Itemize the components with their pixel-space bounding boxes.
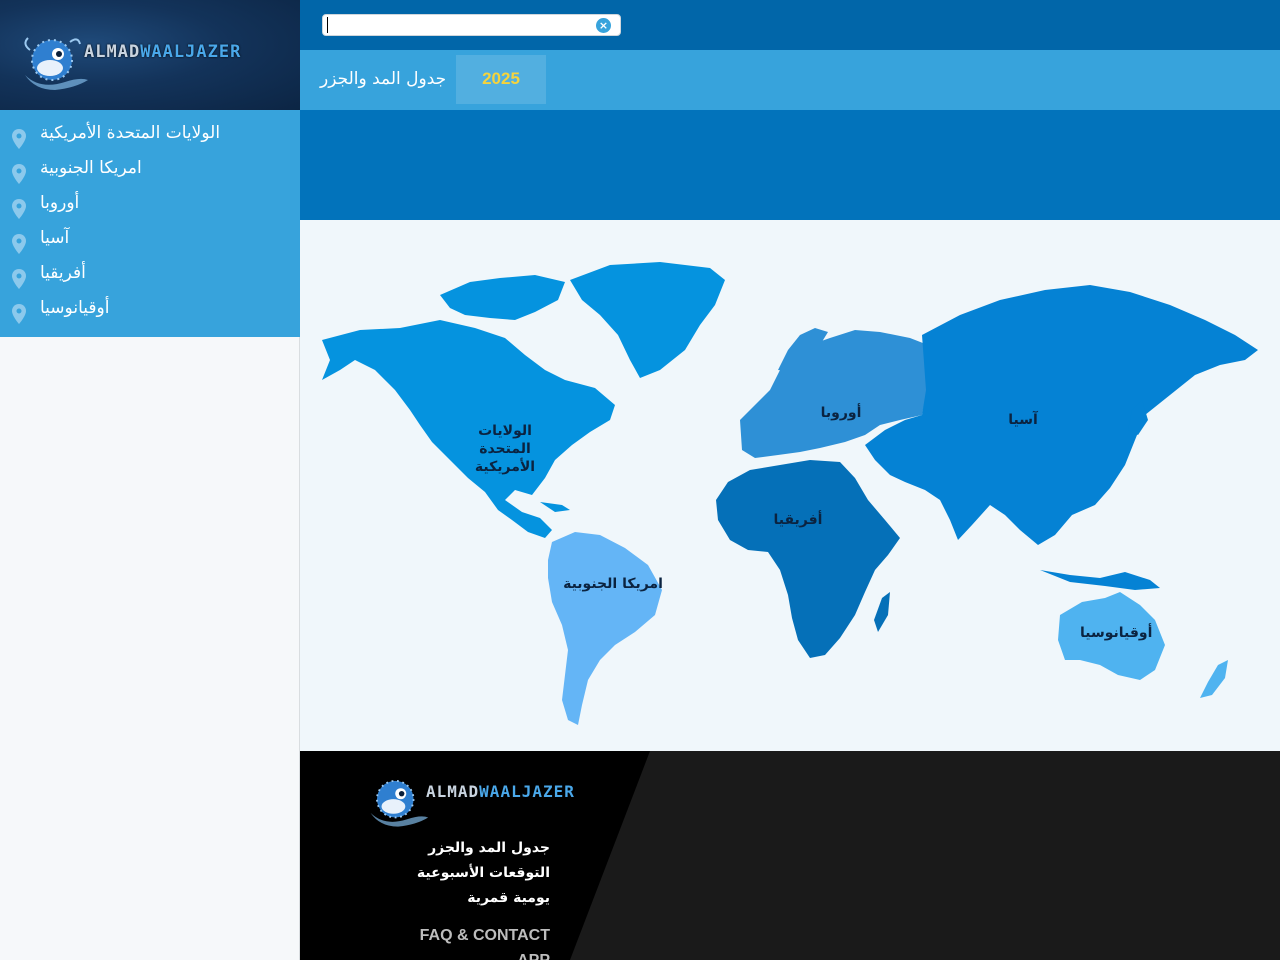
map-pin-icon bbox=[12, 129, 26, 149]
world-map-svg bbox=[322, 262, 1258, 725]
footer-link-faq-contact[interactable]: FAQ & CONTACT bbox=[400, 923, 550, 948]
footer-link-lunar-calendar[interactable]: يومية قمرية bbox=[400, 886, 550, 911]
map-region-africa[interactable] bbox=[716, 460, 900, 658]
map-label-africa[interactable]: أفريقيا bbox=[768, 512, 828, 528]
logo-area[interactable]: ALMADWAALJAZER bbox=[0, 0, 300, 110]
site-logo[interactable]: ALMADWAALJAZER bbox=[20, 30, 290, 94]
map-pin-icon bbox=[12, 164, 26, 184]
map-region-madagascar[interactable] bbox=[874, 592, 890, 632]
continent-nav: الولايات المتحدة الأمريكية امريكا الجنوب… bbox=[0, 110, 300, 337]
map-label-asia[interactable]: آسيا bbox=[1000, 412, 1046, 428]
nav-item-label: أوقيانوسيا bbox=[40, 298, 110, 318]
footer-link-app[interactable]: APP bbox=[400, 948, 550, 960]
year-label: 2025 bbox=[482, 69, 520, 88]
nav-item-south-america[interactable]: امريكا الجنوبية bbox=[0, 150, 300, 185]
footer: ALMADWAALJAZER جدول المد والجزر التوقعات… bbox=[300, 751, 1280, 960]
nav-item-asia[interactable]: آسيا bbox=[0, 220, 300, 255]
banner-band bbox=[300, 110, 1280, 220]
nav-item-label: أوروبا bbox=[40, 193, 80, 213]
nav-item-usa[interactable]: الولايات المتحدة الأمريكية bbox=[0, 115, 300, 150]
footer-link-tide-table[interactable]: جدول المد والجزر bbox=[400, 836, 550, 861]
top-bar: × bbox=[300, 0, 1280, 50]
nav-item-europe[interactable]: أوروبا bbox=[0, 185, 300, 220]
map-label-south-america[interactable]: امريكا الجنوبية bbox=[558, 576, 668, 592]
map-pin-icon bbox=[12, 304, 26, 324]
nav-item-label: الولايات المتحدة الأمريكية bbox=[40, 123, 221, 143]
nav-item-africa[interactable]: أفريقيا bbox=[0, 255, 300, 290]
map-region-south-america[interactable] bbox=[548, 532, 662, 725]
map-label-usa[interactable]: الولايات المتحدة الأمريكية bbox=[450, 422, 560, 476]
map-pin-icon bbox=[12, 269, 26, 289]
header-bar: جدول المد والجزر 2025 bbox=[300, 50, 1280, 110]
map-region-arctic-islands[interactable] bbox=[440, 275, 565, 320]
text-cursor bbox=[327, 17, 328, 33]
map-label-oceania[interactable]: أوقيانوسيا bbox=[1080, 625, 1152, 641]
map-region-indonesia[interactable] bbox=[1040, 570, 1160, 590]
map-region-asia[interactable] bbox=[865, 285, 1258, 545]
map-pin-icon bbox=[12, 234, 26, 254]
logo-text: ALMADWAALJAZER bbox=[426, 782, 575, 801]
map-region-caribbean[interactable] bbox=[540, 502, 570, 512]
map-region-new-zealand[interactable] bbox=[1200, 660, 1228, 698]
nav-item-label: آسيا bbox=[40, 228, 70, 248]
nav-item-oceania[interactable]: أوقيانوسيا bbox=[0, 290, 300, 325]
map-label-europe[interactable]: أوروبا bbox=[810, 405, 872, 421]
search-box[interactable]: × bbox=[322, 14, 621, 36]
footer-secondary-links: FAQ & CONTACT APP bbox=[400, 923, 550, 960]
footer-links: جدول المد والجزر التوقعات الأسبوعية يومي… bbox=[400, 836, 550, 911]
page-title-link[interactable]: جدول المد والجزر bbox=[320, 69, 446, 89]
map-pin-icon bbox=[12, 199, 26, 219]
footer-logo[interactable]: ALMADWAALJAZER bbox=[366, 771, 626, 831]
nav-item-label: أفريقيا bbox=[40, 263, 86, 283]
clear-search-icon[interactable]: × bbox=[596, 18, 611, 33]
nav-item-label: امريكا الجنوبية bbox=[40, 158, 142, 178]
search-input[interactable] bbox=[327, 16, 587, 34]
sidebar: ALMADWAALJAZER الولايات المتحدة الأمريكي… bbox=[0, 0, 300, 960]
pufferfish-logo-icon bbox=[370, 779, 429, 827]
year-tab[interactable]: 2025 bbox=[456, 55, 546, 104]
logo-text: ALMADWAALJAZER bbox=[84, 42, 242, 62]
footer-link-weekly-forecast[interactable]: التوقعات الأسبوعية bbox=[400, 861, 550, 886]
map-region-greenland[interactable] bbox=[570, 262, 725, 378]
pufferfish-logo-icon bbox=[24, 37, 88, 90]
world-map: الولايات المتحدة الأمريكية امريكا الجنوب… bbox=[300, 220, 1280, 751]
